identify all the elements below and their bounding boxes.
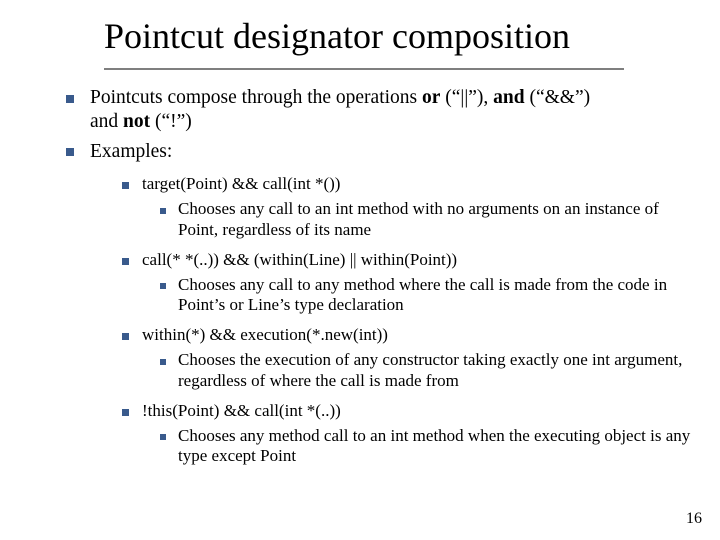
examples-label: Examples: xyxy=(90,141,172,162)
examples-list: target(Point) && call(int *()) Chooses a… xyxy=(122,173,694,467)
example-desc-code2: Point xyxy=(260,446,296,465)
bullet-icon xyxy=(122,409,129,416)
example-desc: Chooses any method call to an int method… xyxy=(160,426,694,467)
bullet-icon xyxy=(160,208,166,214)
bullet-intro: Pointcuts compose through the operations… xyxy=(66,86,694,134)
bullet-icon xyxy=(66,95,74,103)
intro-and: and xyxy=(493,87,524,108)
bullet-icon xyxy=(122,333,129,340)
intro-not: not xyxy=(123,111,150,132)
slide-title: Pointcut designator composition xyxy=(104,18,570,56)
bullet-icon xyxy=(122,182,129,189)
intro-op-not-open: (“ xyxy=(150,111,170,132)
intro-op-or: (“||”), xyxy=(440,87,493,108)
example-desc-code1: int xyxy=(390,426,408,445)
example-desc: Chooses any call to an int method with n… xyxy=(160,199,694,240)
intro-op-and-close: ”) xyxy=(575,87,590,108)
example-desc-code1: int xyxy=(335,199,353,218)
example-code: within(*) && execution(*.new(int)) xyxy=(122,324,694,346)
example-code-text: target(Point) && call(int *()) xyxy=(142,174,340,193)
example-code-text: call(* *(..)) && (within(Line) || within… xyxy=(142,250,457,269)
example-desc-code2: Line xyxy=(248,295,279,314)
example-desc-c: ’s type declaration xyxy=(279,295,404,314)
example-desc-b: method with no arguments on an instance … xyxy=(353,199,659,218)
example-code-text: !this(Point) && call(int *(..)) xyxy=(142,401,341,420)
slide: Pointcut designator composition Pointcut… xyxy=(0,0,720,540)
intro-op-not-close: ”) xyxy=(177,111,192,132)
intro-line2-pre: and xyxy=(90,111,123,132)
intro-or: or xyxy=(422,87,440,108)
example-desc-b: ’s or xyxy=(214,295,248,314)
example-desc-a: Chooses any call to any method where the… xyxy=(178,275,667,294)
page-number: 16 xyxy=(686,510,702,528)
example-desc-code1: int xyxy=(592,350,610,369)
example-desc: Chooses any call to any method where the… xyxy=(160,275,694,316)
intro-text-a: Pointcuts compose through the operations xyxy=(90,87,422,108)
example-desc-a: Chooses any method call to an xyxy=(178,426,390,445)
bullet-icon xyxy=(122,258,129,265)
example-code-text: within(*) && execution(*.new(int)) xyxy=(142,325,388,344)
intro-op-and-open: (“ xyxy=(525,87,545,108)
bullet-icon xyxy=(66,148,74,156)
example-desc-c: , regardless of its name xyxy=(214,220,371,239)
example-desc-a: Chooses the execution of any constructor… xyxy=(178,350,592,369)
example-code: target(Point) && call(int *()) xyxy=(122,173,694,195)
example-desc-code1: Point xyxy=(178,295,214,314)
bullet-icon xyxy=(160,359,166,365)
slide-body: Pointcuts compose through the operations… xyxy=(66,86,694,471)
intro-op-and-code: && xyxy=(545,87,575,108)
bullet-icon xyxy=(160,283,166,289)
bullet-icon xyxy=(160,434,166,440)
bullet-examples: Examples: xyxy=(66,140,694,164)
example-code: call(* *(..)) && (within(Line) || within… xyxy=(122,249,694,271)
example-desc-a: Chooses any call to an xyxy=(178,199,335,218)
title-underline xyxy=(104,68,624,70)
example-desc-code2: Point xyxy=(178,220,214,239)
example-code: !this(Point) && call(int *(..)) xyxy=(122,400,694,422)
example-desc: Chooses the execution of any constructor… xyxy=(160,350,694,391)
